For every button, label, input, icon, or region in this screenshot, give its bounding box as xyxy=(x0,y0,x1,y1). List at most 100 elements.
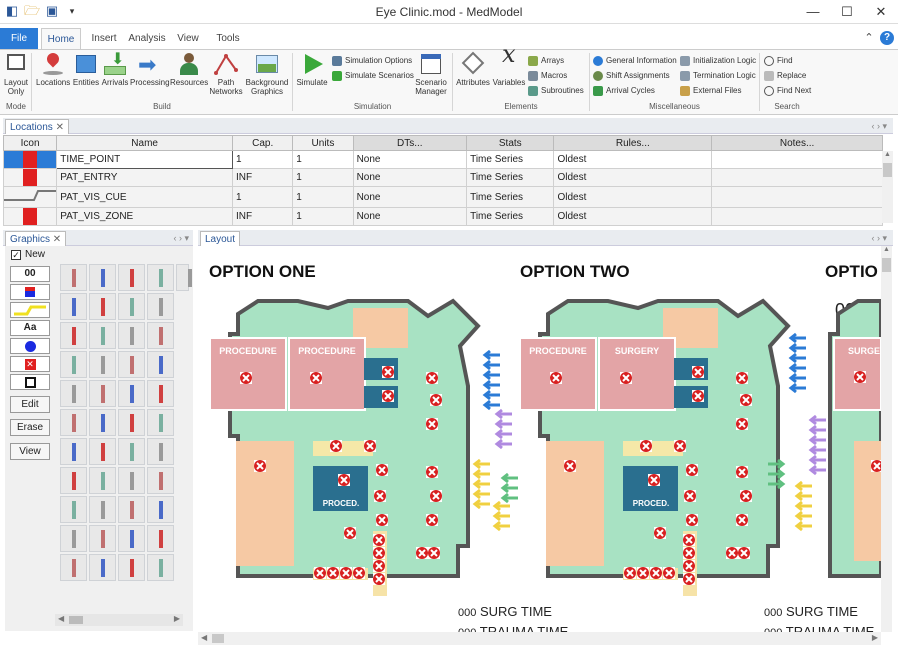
graphic-thumbnail[interactable] xyxy=(89,293,116,320)
graphic-thumbnail[interactable] xyxy=(147,264,174,291)
variables-button[interactable]: x Variables xyxy=(492,42,526,87)
graphic-thumbnail[interactable] xyxy=(147,467,174,494)
close-graphics-icon[interactable]: ✕ xyxy=(53,234,61,245)
tab-analysis[interactable]: Analysis xyxy=(126,28,168,49)
replace-button[interactable]: Replace xyxy=(764,69,806,83)
graphic-thumbnail[interactable] xyxy=(60,525,87,552)
tab-file[interactable]: File xyxy=(0,28,38,49)
shift-assignments-button[interactable]: Shift Assignments xyxy=(593,69,670,83)
scroll-up-icon[interactable]: ▲ xyxy=(882,151,893,161)
graphic-thumbnail[interactable] xyxy=(147,438,174,465)
circle-tool-button[interactable] xyxy=(10,338,50,354)
hscroll-thumb[interactable] xyxy=(69,616,83,624)
resources-button[interactable]: Resources xyxy=(170,52,208,87)
graphic-thumbnail[interactable] xyxy=(147,380,174,407)
new-checkbox[interactable]: ✓ xyxy=(11,250,21,260)
erase-button[interactable]: Erase xyxy=(10,419,50,436)
tab-insert[interactable]: Insert xyxy=(86,28,122,49)
graphics-pane-options-icon[interactable]: ‹ › ▾ xyxy=(173,230,189,246)
edit-button[interactable]: Edit xyxy=(10,396,50,413)
minimize-button[interactable]: — xyxy=(798,2,828,22)
graphic-thumbnail[interactable] xyxy=(147,322,174,349)
termination-logic-button[interactable]: Termination Logic xyxy=(680,69,756,83)
graphic-thumbnail[interactable] xyxy=(60,438,87,465)
graphic-thumbnail[interactable] xyxy=(60,554,87,581)
layout-vscroll-thumb[interactable] xyxy=(882,258,891,272)
locations-button[interactable]: Locations xyxy=(36,50,70,87)
layout-only-button[interactable]: Layout Only xyxy=(2,52,30,96)
locations-scrollbar[interactable]: ▲ xyxy=(882,151,893,223)
text-tool-button[interactable]: Aa xyxy=(10,320,50,336)
graphic-thumbnail[interactable] xyxy=(147,409,174,436)
macros-button[interactable]: Macros xyxy=(528,69,567,83)
graphic-thumbnail[interactable] xyxy=(89,380,116,407)
tab-home[interactable]: Home xyxy=(41,28,81,49)
find-button[interactable]: Find xyxy=(764,54,793,68)
arrivals-button[interactable]: ⬇ Arrivals xyxy=(101,52,129,88)
graphic-thumbnail[interactable] xyxy=(147,351,174,378)
graphic-thumbnail[interactable] xyxy=(89,351,116,378)
graphic-thumbnail[interactable] xyxy=(60,264,87,291)
layout-vscrollbar[interactable]: ▲ xyxy=(881,246,892,632)
scenario-manager-button[interactable]: Scenario Manager xyxy=(413,52,449,96)
scroll-left-icon[interactable]: ◀ xyxy=(58,614,64,623)
subroutines-button[interactable]: Subroutines xyxy=(528,84,584,98)
graphic-thumbnail[interactable] xyxy=(118,554,145,581)
simulate-button[interactable]: Simulate xyxy=(295,52,329,87)
graphic-thumbnail[interactable] xyxy=(60,496,87,523)
scroll-right-icon[interactable]: ▶ xyxy=(174,614,180,623)
graphic-thumbnail[interactable] xyxy=(60,409,87,436)
processing-button[interactable]: ➡ Processing xyxy=(130,52,170,88)
path-networks-button[interactable]: Path Networks xyxy=(209,52,243,96)
find-next-button[interactable]: Find Next xyxy=(764,84,811,98)
table-row[interactable]: PAT_VIS_ZONE INF 1 None Time Series Olde… xyxy=(2,207,883,226)
graphic-thumbnail[interactable] xyxy=(118,438,145,465)
arrays-button[interactable]: Arrays xyxy=(528,54,564,68)
simulate-scenarios-button[interactable]: Simulate Scenarios xyxy=(332,69,414,83)
graphics-hscrollbar[interactable]: ◀ ▶ xyxy=(55,614,183,626)
graphic-thumbnail[interactable] xyxy=(118,293,145,320)
graphic-thumbnail[interactable] xyxy=(89,554,116,581)
graphic-thumbnail[interactable] xyxy=(118,380,145,407)
entities-button[interactable]: Entities xyxy=(72,52,100,87)
graphic-thumbnail[interactable] xyxy=(89,467,116,494)
graphic-thumbnail[interactable] xyxy=(147,525,174,552)
pane-options-icon[interactable]: ‹ › ▾ xyxy=(871,118,887,134)
graphic-thumbnail[interactable] xyxy=(60,322,87,349)
graphic-thumbnail[interactable] xyxy=(89,264,116,291)
table-row[interactable]: PAT_VIS_CUE 1 1 None Time Series Oldest xyxy=(2,186,883,208)
graphic-thumbnail[interactable] xyxy=(118,264,145,291)
gauge-tool-button[interactable] xyxy=(10,284,50,300)
layout-tab[interactable]: Layout xyxy=(200,231,241,246)
maximize-button[interactable]: ☐ xyxy=(832,2,862,22)
col-dts[interactable]: DTs... xyxy=(352,135,468,151)
graphics-tab[interactable]: Graphics ✕ xyxy=(5,231,67,246)
close-locations-icon[interactable]: ✕ xyxy=(56,122,64,133)
graphic-thumbnail[interactable] xyxy=(118,525,145,552)
graphic-thumbnail[interactable] xyxy=(89,322,116,349)
line-tool-button[interactable] xyxy=(10,302,50,318)
graphic-thumbnail[interactable] xyxy=(89,409,116,436)
status-light-tool-button[interactable]: ✕ xyxy=(10,356,50,372)
table-row[interactable]: TIME_POINT 1 1 None Time Series Oldest xyxy=(2,150,883,169)
graphic-thumbnail[interactable] xyxy=(89,496,116,523)
arrival-cycles-button[interactable]: Arrival Cycles xyxy=(593,84,655,98)
graphic-thumbnail[interactable] xyxy=(147,293,174,320)
external-files-button[interactable]: External Files xyxy=(680,84,741,98)
collapse-ribbon-icon[interactable]: ⌃ xyxy=(862,28,876,49)
graphic-thumbnail[interactable] xyxy=(60,293,87,320)
graphic-thumbnail[interactable] xyxy=(89,525,116,552)
graphic-thumbnail[interactable] xyxy=(118,409,145,436)
table-row[interactable]: PAT_ENTRY INF 1 None Time Series Oldest xyxy=(2,168,883,187)
graphic-thumbnail[interactable] xyxy=(118,351,145,378)
layout-hscroll-thumb[interactable] xyxy=(212,634,224,643)
graphic-thumbnail[interactable] xyxy=(147,554,174,581)
col-rules[interactable]: Rules... xyxy=(553,135,713,151)
initialization-logic-button[interactable]: Initialization Logic xyxy=(680,54,756,68)
scroll-thumb[interactable] xyxy=(883,163,892,177)
graphic-thumbnail[interactable] xyxy=(60,467,87,494)
locations-tab[interactable]: Locations ✕ xyxy=(5,119,69,134)
general-information-button[interactable]: General Information xyxy=(593,54,677,68)
layout-canvas[interactable]: OPTION ONE OPTION TWO OPTIO 000 PROCEDUR… xyxy=(198,246,881,632)
graphic-thumbnail[interactable] xyxy=(89,438,116,465)
